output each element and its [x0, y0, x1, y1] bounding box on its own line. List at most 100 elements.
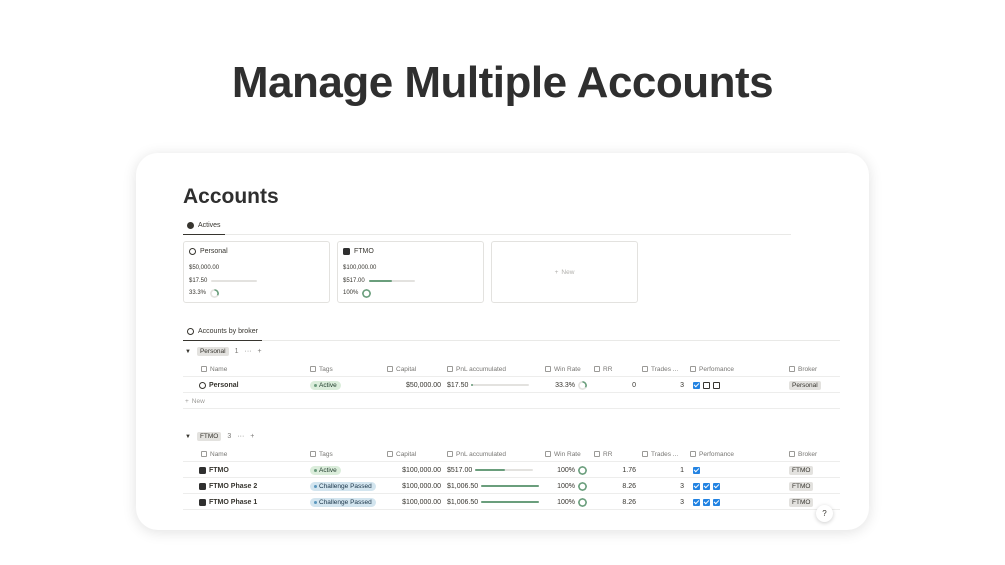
group-header[interactable]: ▼ Personal 1 ··· + [185, 347, 262, 356]
row-tag[interactable]: Active [310, 462, 341, 478]
row-tag[interactable]: Challenge Passed [310, 478, 376, 494]
column-header-tags[interactable]: Tags [310, 361, 333, 377]
table-view-tabbar: Accounts by broker [183, 323, 840, 341]
table-row[interactable]: Personal Active $50,000.00 $17.50 33.3% … [183, 377, 840, 393]
status-dot [314, 383, 317, 387]
row-broker[interactable]: Personal [789, 377, 821, 393]
column-header-broker[interactable]: Broker [789, 361, 817, 377]
table-header-row: Name Tags Capital PnL accumulated Win Rate RR… [183, 361, 840, 377]
group-count: 3 [227, 433, 232, 440]
performance-checkbox[interactable] [703, 482, 710, 490]
column-header-rr[interactable]: RR [594, 446, 612, 462]
performance-checkbox[interactable] [703, 381, 710, 389]
column-header-rr[interactable]: RR [594, 361, 612, 377]
status-dot [314, 484, 317, 488]
row-name-label: FTMO [209, 466, 229, 474]
column-label: Name [210, 450, 228, 458]
column-header-performance[interactable]: Perfomance [690, 446, 734, 462]
help-button[interactable]: ? [816, 505, 833, 522]
row-broker[interactable]: FTMO [789, 478, 814, 494]
column-header-pnl[interactable]: PnL accumulated [447, 361, 506, 377]
column-label: Capital [396, 365, 417, 373]
pnl-value: $1,006.50 [447, 482, 479, 490]
tab-accounts-by-broker[interactable]: Accounts by broker [183, 323, 262, 341]
caret-down-icon[interactable]: ▼ [185, 349, 191, 355]
column-header-win-rate[interactable]: Win Rate [545, 361, 581, 377]
performance-checkbox[interactable] [693, 466, 700, 474]
hero-title: Manage Multiple Accounts [231, 58, 774, 107]
plus-icon[interactable]: + [258, 348, 262, 355]
performance-checkbox[interactable] [693, 498, 700, 506]
row-capital: $50,000.00 [405, 381, 441, 389]
row-broker[interactable]: FTMO [789, 494, 814, 510]
win-rate-value: 100% [557, 482, 575, 490]
column-label: Perfomance [699, 365, 735, 373]
column-header-trades[interactable]: Trades ... [642, 446, 678, 462]
pnl-value: $1,006.50 [447, 498, 479, 506]
column-header-trades[interactable]: Trades ... [642, 361, 678, 377]
rollup-icon [690, 451, 696, 457]
gallery-new-card[interactable]: + New [491, 241, 638, 303]
row-name[interactable]: FTMO [199, 462, 229, 478]
account-card[interactable]: Personal $50,000.00 $17.50 33.3% [183, 241, 330, 303]
bar-chart-icon [387, 366, 393, 372]
arrow-circle-icon [187, 222, 194, 229]
table-row[interactable]: FTMO Active $100,000.00 $517.00 100% 1.7… [183, 462, 840, 478]
performance-checkbox[interactable] [703, 498, 710, 506]
caret-down-icon[interactable]: ▼ [185, 434, 191, 440]
account-win-rate: 33.3% [189, 290, 207, 297]
row-name[interactable]: FTMO Phase 1 [199, 494, 257, 510]
row-tag[interactable]: Active [310, 377, 341, 393]
group-label: FTMO [196, 432, 222, 441]
status-dot [314, 500, 317, 504]
column-header-tags[interactable]: Tags [310, 446, 333, 462]
ftmo-logo-icon [199, 482, 206, 490]
performance-checkbox[interactable] [693, 482, 700, 490]
hash-icon [642, 451, 648, 457]
row-name[interactable]: FTMO Phase 2 [199, 478, 257, 494]
new-row-button[interactable]: + New [183, 393, 840, 409]
column-header-name[interactable]: Name [201, 446, 227, 462]
table-row[interactable]: FTMO Phase 1 Challenge Passed $100,000.0… [183, 494, 840, 510]
column-header-performance[interactable]: Perfomance [690, 361, 734, 377]
plus-icon[interactable]: + [250, 433, 254, 440]
table: Name Tags Capital PnL accumulated Win Rate RR… [183, 446, 840, 510]
performance-checkbox[interactable] [713, 381, 720, 389]
column-label: Win Rate [554, 365, 581, 373]
status-badge: Active [310, 465, 341, 475]
column-header-name[interactable]: Name [201, 361, 227, 377]
tab-actives[interactable]: Actives [183, 217, 225, 235]
pnl-value: $517.00 [447, 466, 473, 474]
performance-checkbox[interactable] [713, 498, 720, 506]
gallery-view-tabbar: Actives [183, 217, 791, 235]
status-badge: Challenge Passed [310, 497, 376, 507]
column-header-pnl[interactable]: PnL accumulated [447, 446, 506, 462]
pnl-progress-bar [471, 383, 530, 387]
account-card[interactable]: FTMO $100,000.00 $517.00 100% [337, 241, 484, 303]
performance-checkbox[interactable] [693, 381, 700, 389]
checkbox-icon [545, 451, 551, 457]
column-header-broker[interactable]: Broker [789, 446, 817, 462]
status-label: Challenge Passed [319, 482, 372, 490]
row-name-label: Personal [209, 381, 239, 389]
row-rr: 8.26 [622, 498, 636, 506]
row-rr: 8.26 [622, 482, 636, 490]
group-header[interactable]: ▼ FTMO 3 ··· + [185, 432, 254, 441]
row-name[interactable]: Personal [199, 377, 239, 393]
table-row[interactable]: FTMO Phase 2 Challenge Passed $100,000.0… [183, 478, 840, 494]
performance-checkbox[interactable] [713, 482, 720, 490]
column-header-capital[interactable]: Capital [387, 361, 416, 377]
row-broker[interactable]: FTMO [789, 462, 814, 478]
row-trades: 3 [680, 381, 684, 389]
more-icon[interactable]: ··· [237, 433, 244, 440]
account-pnl: $17.50 [189, 277, 208, 284]
column-header-capital[interactable]: Capital [387, 446, 416, 462]
bar-chart-icon [387, 451, 393, 457]
column-header-win-rate[interactable]: Win Rate [545, 446, 581, 462]
account-name: FTMO [354, 248, 374, 255]
column-label: Trades ... [651, 365, 679, 373]
row-tag[interactable]: Challenge Passed [310, 494, 376, 510]
more-icon[interactable]: ··· [245, 348, 252, 355]
person-icon [789, 366, 795, 372]
column-label: Tags [319, 450, 333, 458]
